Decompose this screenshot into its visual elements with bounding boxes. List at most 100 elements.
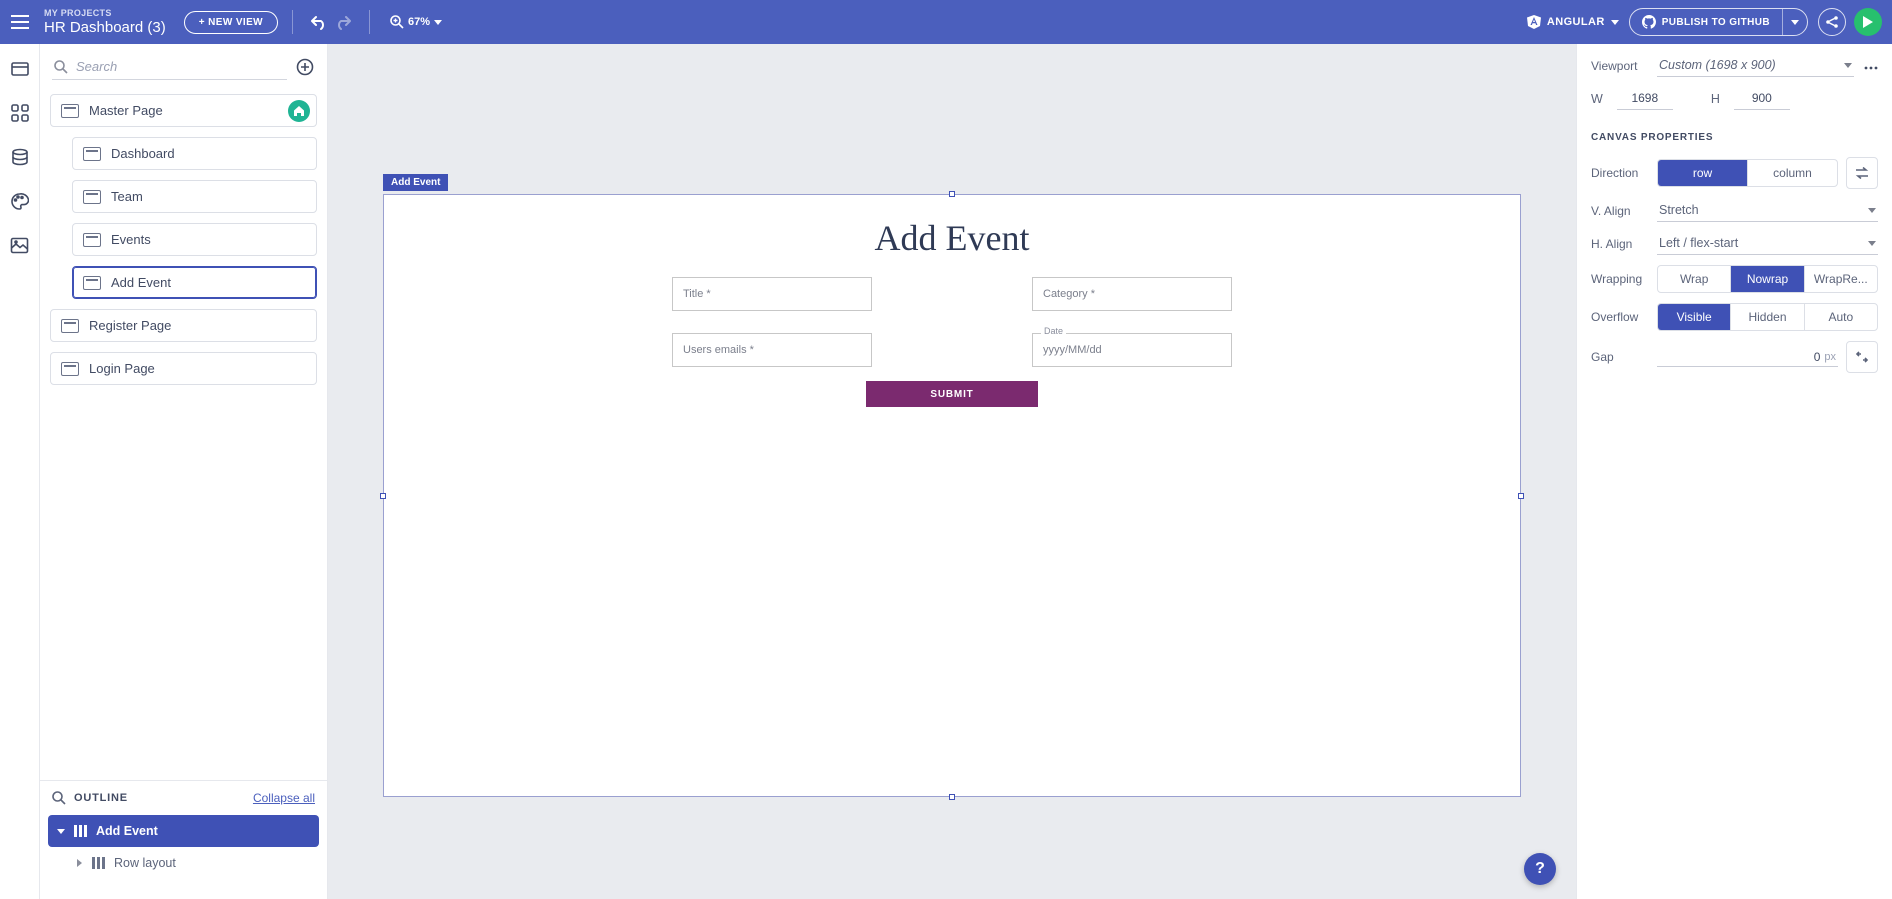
assets-icon[interactable] [9,234,31,256]
valign-label: V. Align [1591,204,1657,218]
search-input[interactable] [74,58,285,75]
title-field[interactable]: Title * [672,277,872,311]
more-icon[interactable] [1864,59,1878,73]
collapse-all-link[interactable]: Collapse all [253,791,315,805]
wrapping-label: Wrapping [1591,272,1657,286]
gap-link-button[interactable] [1846,341,1878,373]
add-view-button[interactable] [295,57,315,77]
divider [369,10,370,34]
height-label: H [1711,92,1720,106]
view-master-page[interactable]: Master Page [50,94,317,127]
nowrap-button[interactable]: Nowrap [1731,266,1804,292]
overflow-visible-button[interactable]: Visible [1658,304,1731,330]
canvas-frame[interactable]: Add Event Title * Category * [383,194,1521,797]
outline-node-row-layout[interactable]: Row layout [48,847,319,879]
components-icon[interactable] [9,58,31,80]
zoom-dropdown[interactable]: 67% [390,15,442,29]
outline-label: Row layout [114,856,176,870]
category-field[interactable]: Category * [1032,277,1232,311]
valign-dropdown[interactable]: Stretch [1657,199,1878,222]
viewport-label: Viewport [1591,59,1657,73]
view-events[interactable]: Events [72,223,317,256]
outline-header: OUTLINE Collapse all [40,780,327,815]
publish-github-button[interactable]: PUBLISH TO GITHUB [1630,9,1782,35]
framework-dropdown[interactable]: ANGULAR [1527,15,1619,29]
direction-column-button[interactable]: column [1748,160,1837,186]
breadcrumb-label: MY PROJECTS [44,9,166,18]
form-title: Add Event [384,217,1520,259]
wrap-button[interactable]: Wrap [1658,266,1731,292]
palette-icon[interactable] [9,190,31,212]
design-canvas[interactable]: Add Event Add Event Title * Catego [328,44,1576,899]
undo-button[interactable] [307,10,331,34]
view-label: Login Page [89,361,155,376]
view-label: Dashboard [111,146,175,161]
field-label: Users emails * [683,344,754,356]
date-field[interactable]: Date yyyy/MM/dd [1032,333,1232,367]
view-label: Events [111,232,151,247]
valign-value: Stretch [1659,203,1699,217]
swap-axis-button[interactable] [1846,157,1878,189]
direction-label: Direction [1591,166,1657,180]
publish-github-group: PUBLISH TO GITHUB [1629,8,1808,36]
outline-title: OUTLINE [74,792,128,804]
page-icon [61,319,79,333]
redo-button[interactable] [331,10,355,34]
height-input[interactable] [1734,87,1790,110]
outline-node-add-event[interactable]: Add Event [48,815,319,847]
publish-github-caret[interactable] [1782,9,1807,35]
views-search[interactable] [52,54,287,80]
view-register-page[interactable]: Register Page [50,309,317,342]
viewport-value: Custom (1698 x 900) [1659,58,1776,72]
view-team[interactable]: Team [72,180,317,213]
zoom-value: 67% [408,16,430,28]
overflow-hidden-button[interactable]: Hidden [1731,304,1804,330]
view-add-event[interactable]: Add Event [72,266,317,299]
apps-icon[interactable] [9,102,31,124]
publish-github-label: PUBLISH TO GITHUB [1662,17,1770,28]
resize-handle-top[interactable] [949,191,955,197]
page-icon [61,362,79,376]
resize-handle-left[interactable] [380,493,386,499]
selected-frame-tag[interactable]: Add Event [383,174,448,191]
overflow-auto-button[interactable]: Auto [1805,304,1877,330]
view-dashboard[interactable]: Dashboard [72,137,317,170]
page-icon [83,190,101,204]
outline-tree: Add Event Row layout [40,815,327,899]
project-breadcrumb[interactable]: MY PROJECTS HR Dashboard (3) [44,0,166,44]
preview-button[interactable] [1854,8,1882,36]
gap-unit: px [1824,351,1836,363]
menu-button[interactable] [0,0,40,44]
chevron-right-icon [74,859,84,867]
share-button[interactable] [1818,8,1846,36]
gap-input[interactable]: 0 px [1657,348,1838,367]
direction-seg: row column [1657,159,1838,187]
wraprev-button[interactable]: WrapRe... [1805,266,1877,292]
page-icon [83,147,101,161]
view-login-page[interactable]: Login Page [50,352,317,385]
divider [292,10,293,34]
viewport-dropdown[interactable]: Custom (1698 x 900) [1657,54,1854,77]
help-button[interactable]: ? [1524,853,1556,885]
view-label: Team [111,189,143,204]
overflow-label: Overflow [1591,310,1657,324]
views-panel: Master Page Dashboard Team Events [40,44,328,899]
resize-handle-bottom[interactable] [949,794,955,800]
data-icon[interactable] [9,146,31,168]
submit-button[interactable]: SUBMIT [866,381,1038,407]
activity-bar [0,44,40,899]
width-input[interactable] [1617,87,1673,110]
halign-value: Left / flex-start [1659,236,1738,250]
emails-field[interactable]: Users emails * [672,333,872,367]
direction-row-button[interactable]: row [1658,160,1748,186]
row-layout-icon [74,825,88,837]
new-view-button[interactable]: + NEW VIEW [184,11,278,34]
field-label: Title * [683,288,711,300]
resize-handle-right[interactable] [1518,493,1524,499]
field-label: Category * [1043,288,1095,300]
width-label: W [1591,92,1603,106]
view-label: Add Event [111,275,171,290]
framework-label: ANGULAR [1547,16,1605,28]
field-floating-label: Date [1041,326,1066,336]
halign-dropdown[interactable]: Left / flex-start [1657,232,1878,255]
